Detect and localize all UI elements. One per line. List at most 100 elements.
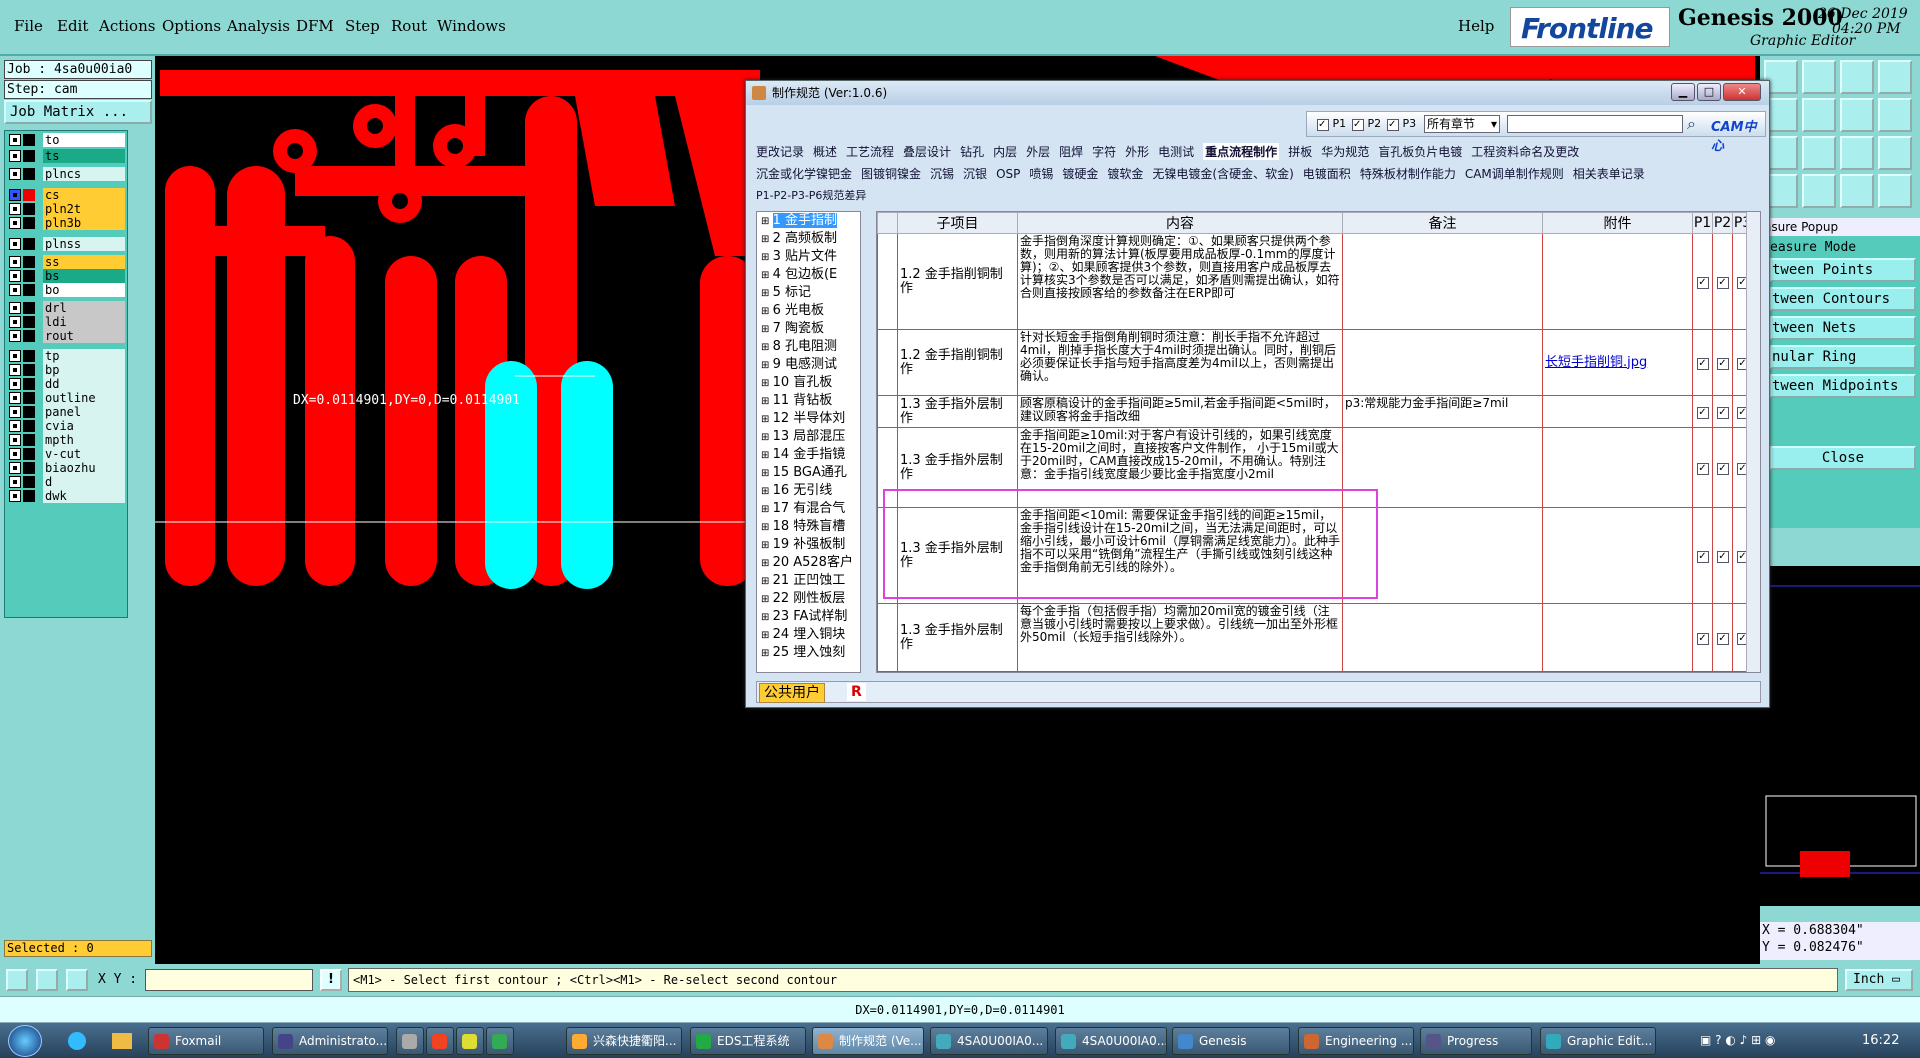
- taskbar-item[interactable]: 4SA0U00IA0...: [1055, 1027, 1167, 1055]
- expand-icon[interactable]: ⊞: [761, 216, 773, 227]
- taskbar-item[interactable]: [426, 1027, 454, 1055]
- layer-work-toggle[interactable]: [23, 302, 35, 314]
- tree-node[interactable]: ⊞ 20 A528客户: [761, 554, 853, 572]
- measure-close-button[interactable]: Close: [1770, 446, 1916, 470]
- layer-row-to[interactable]: to: [7, 133, 125, 147]
- layer-checkbox[interactable]: [9, 330, 21, 342]
- layer-row-cs[interactable]: cs: [7, 188, 125, 202]
- layer-work-toggle[interactable]: [23, 420, 35, 432]
- expand-icon[interactable]: ⊞: [761, 360, 773, 371]
- tab-tabs2-3[interactable]: 沉银: [963, 165, 987, 182]
- tree-node[interactable]: ⊞ 10 盲孔板: [761, 374, 832, 392]
- tree-node[interactable]: ⊞ 14 金手指镜: [761, 446, 845, 464]
- menu-rout[interactable]: Rout: [391, 17, 427, 35]
- expand-icon[interactable]: ⊞: [761, 306, 773, 317]
- scale-icon[interactable]: [1840, 136, 1874, 170]
- layer-checkbox[interactable]: [9, 316, 21, 328]
- row-p1-checkbox[interactable]: ✓: [1692, 671, 1713, 672]
- tab-tabs1-3[interactable]: 叠层设计: [903, 143, 951, 160]
- row-p1-checkbox[interactable]: ✓: [1692, 233, 1713, 330]
- layer-checkbox[interactable]: [9, 448, 21, 460]
- row-attachment[interactable]: 长短手指削铜.jpg: [1542, 329, 1693, 396]
- expand-icon[interactable]: ⊞: [761, 558, 773, 569]
- layer-work-toggle[interactable]: [23, 350, 35, 362]
- tree-node[interactable]: ⊞ 18 特殊盲槽: [761, 518, 845, 536]
- tab-tabs1-12[interactable]: 拼板: [1288, 143, 1312, 160]
- layer-work-toggle[interactable]: [23, 284, 35, 296]
- search-icon[interactable]: ⌕: [1687, 114, 1709, 134]
- layer-work-toggle[interactable]: [23, 316, 35, 328]
- taskbar-item[interactable]: Genesis: [1172, 1027, 1290, 1055]
- mini-map[interactable]: [1760, 566, 1920, 906]
- tree-node[interactable]: ⊞ 13 局部混压: [761, 428, 845, 446]
- taskbar-item[interactable]: 4SA0U00IA0...: [930, 1027, 1048, 1055]
- tab-tabs1-11[interactable]: 重点流程制作: [1203, 143, 1280, 160]
- layer-work-toggle[interactable]: [23, 490, 35, 502]
- tab-tabs1-7[interactable]: 阻焊: [1059, 143, 1083, 160]
- tree-node[interactable]: ⊞ 24 埋入铜块: [761, 626, 845, 644]
- expand-icon[interactable]: ⊞: [761, 342, 773, 353]
- layers-icon[interactable]: [1878, 60, 1912, 94]
- layer-work-toggle[interactable]: [23, 238, 35, 250]
- menu-actions[interactable]: Actions: [99, 17, 155, 35]
- layer-row-tp[interactable]: tp: [7, 349, 125, 363]
- tab-tabs2-11[interactable]: CAM调单制作规则: [1465, 165, 1564, 182]
- layer-work-toggle[interactable]: [23, 364, 35, 376]
- row-p1-checkbox[interactable]: ✓: [1692, 329, 1713, 396]
- layer-work-toggle[interactable]: [23, 134, 35, 146]
- layer-work-toggle[interactable]: [23, 256, 35, 268]
- menu-file[interactable]: File: [14, 17, 43, 35]
- layer-checkbox[interactable]: [9, 420, 21, 432]
- search-input[interactable]: [1507, 115, 1683, 133]
- tab-tabs1-15[interactable]: 工程资料命名及更改: [1471, 143, 1579, 160]
- layer-checkbox[interactable]: [9, 378, 21, 390]
- expand-icon[interactable]: ⊞: [761, 396, 773, 407]
- layer-row-mpth[interactable]: mpth: [7, 433, 125, 447]
- tree-node[interactable]: ⊞ 11 背钻板: [761, 392, 832, 410]
- tab-tabs2-5[interactable]: 喷锡: [1029, 165, 1053, 182]
- tab-tabs2-8[interactable]: 无镍电镀金(含硬金、软金): [1152, 165, 1293, 182]
- layer-checkbox[interactable]: [9, 217, 21, 229]
- tab-tabs2-2[interactable]: 沉锡: [930, 165, 954, 182]
- menu-step[interactable]: Step: [345, 17, 380, 35]
- load-icon[interactable]: [1802, 60, 1836, 94]
- job-matrix-button[interactable]: Job Matrix ...: [4, 100, 152, 124]
- between-points-button[interactable]: tween Points: [1770, 258, 1916, 282]
- row-p1-checkbox[interactable]: ✓: [1692, 603, 1713, 672]
- menu-windows[interactable]: Windows: [437, 17, 506, 35]
- layer-checkbox[interactable]: [9, 462, 21, 474]
- tree-node[interactable]: ⊞ 5 标记: [761, 284, 811, 302]
- expand-icon[interactable]: ⊞: [761, 270, 773, 281]
- expand-icon[interactable]: ⊞: [761, 432, 773, 443]
- tab-tabs1-1[interactable]: 概述: [813, 143, 837, 160]
- layer-checkbox[interactable]: [9, 476, 21, 488]
- tab-p-diff[interactable]: P1-P2-P3-P6规范差异: [756, 187, 866, 203]
- layer-work-toggle[interactable]: [23, 217, 35, 229]
- taskbar-item[interactable]: Engineering ...: [1298, 1027, 1414, 1055]
- expand-icon[interactable]: ⊞: [761, 378, 773, 389]
- layer-work-toggle[interactable]: [23, 378, 35, 390]
- tab-tabs2-7[interactable]: 镀软金: [1107, 165, 1143, 182]
- ie-icon[interactable]: [68, 1032, 86, 1050]
- tab-tabs1-14[interactable]: 盲孔板负片电镀: [1378, 143, 1462, 160]
- taskbar-item[interactable]: Graphic Edit...: [1540, 1027, 1656, 1055]
- layer-checkbox[interactable]: [9, 238, 21, 250]
- explorer-icon[interactable]: [112, 1033, 132, 1049]
- layer-work-toggle[interactable]: [23, 476, 35, 488]
- tree-node[interactable]: ⊞ 12 半导体刘: [761, 410, 845, 428]
- expand-icon[interactable]: ⊞: [761, 630, 773, 641]
- taskbar-item[interactable]: Progress: [1420, 1027, 1532, 1055]
- layer-checkbox[interactable]: [9, 270, 21, 282]
- layer-work-toggle[interactable]: [23, 330, 35, 342]
- menu-help[interactable]: Help: [1458, 17, 1494, 35]
- layer-row-bs[interactable]: bs: [7, 269, 125, 283]
- menu-dfm[interactable]: DFM: [296, 17, 334, 35]
- row-p2-checkbox[interactable]: ✓: [1712, 427, 1733, 508]
- layer-row-dwk[interactable]: dwk: [7, 489, 125, 503]
- help-icon[interactable]: [1878, 136, 1912, 170]
- expand-icon[interactable]: ⊞: [761, 486, 773, 497]
- row-p1-checkbox[interactable]: ✓: [1692, 395, 1713, 428]
- layer-row-bo[interactable]: bo: [7, 283, 125, 297]
- tree-node[interactable]: ⊞ 6 光电板: [761, 302, 824, 320]
- layer-checkbox[interactable]: [9, 256, 21, 268]
